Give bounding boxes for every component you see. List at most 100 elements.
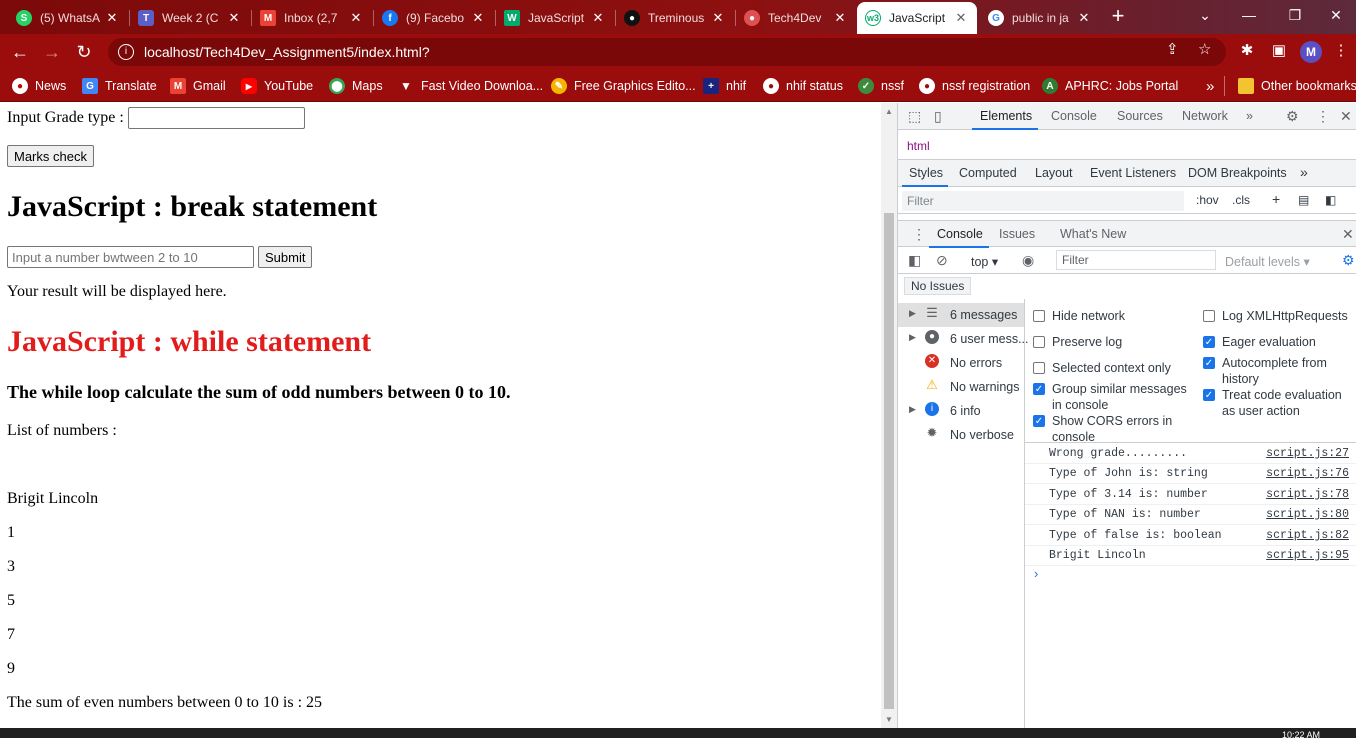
tab-dom-breakpoints[interactable]: DOM Breakpoints bbox=[1188, 166, 1287, 180]
sidebar-toggle-icon[interactable]: ◧ bbox=[908, 252, 921, 269]
gear-icon[interactable]: ⚙ bbox=[1342, 252, 1355, 269]
log-levels-select[interactable]: Default levels ▾ bbox=[1225, 254, 1310, 269]
inspect-icon[interactable]: ⬚ bbox=[908, 108, 921, 125]
drawer-tab-whats-new[interactable]: What's New bbox=[1060, 227, 1126, 241]
bookmark-youtube[interactable]: ▶ YouTube bbox=[241, 76, 313, 96]
sidebar-item-messages[interactable]: ▶ ☰ 6 messages bbox=[898, 303, 1024, 327]
close-window-button[interactable]: ✕ bbox=[1316, 0, 1356, 30]
log-source-link[interactable]: script.js:82 bbox=[1266, 529, 1349, 542]
other-bookmarks[interactable]: Other bookmarks bbox=[1238, 76, 1356, 96]
bookmark-nssf[interactable]: ✓ nssf bbox=[858, 76, 904, 96]
share-icon[interactable]: ⇪ bbox=[1166, 40, 1179, 58]
sidebar-item-info[interactable]: ▶ i 6 info bbox=[898, 399, 1024, 423]
log-source-link[interactable]: script.js:80 bbox=[1266, 508, 1349, 521]
bookmark-news[interactable]: ● News bbox=[12, 76, 66, 96]
close-icon[interactable]: ✕ bbox=[1340, 108, 1352, 125]
clear-console-icon[interactable]: ⊘ bbox=[936, 252, 948, 269]
close-icon[interactable]: ✕ bbox=[348, 10, 364, 26]
hov-button[interactable]: :hov bbox=[1196, 193, 1219, 207]
tab-teams[interactable]: T Week 2 (C ✕ bbox=[130, 2, 250, 34]
tab-console[interactable]: Console bbox=[1051, 109, 1097, 123]
show-cors-checkbox[interactable]: ✓ Show CORS errors in console bbox=[1033, 413, 1193, 445]
bookmark-aphrc[interactable]: A APHRC: Jobs Portal bbox=[1042, 76, 1178, 96]
bookmark-star-icon[interactable]: ☆ bbox=[1198, 40, 1211, 58]
drawer-tab-console[interactable]: Console bbox=[937, 227, 983, 241]
new-tab-button[interactable]: + bbox=[1105, 4, 1131, 30]
sidebar-item-warnings[interactable]: ⚠ No warnings bbox=[898, 375, 1024, 399]
kebab-menu-icon[interactable]: ⋮ bbox=[1316, 108, 1330, 125]
close-icon[interactable]: ✕ bbox=[953, 10, 969, 26]
bookmark-nhif-status[interactable]: ● nhif status bbox=[763, 76, 843, 96]
bookmark-nhif[interactable]: + nhif bbox=[703, 76, 746, 96]
tab-javascript-1[interactable]: W JavaScript ✕ bbox=[496, 2, 614, 34]
bookmark-gmail[interactable]: M Gmail bbox=[170, 76, 226, 96]
bookmark-nssf-registration[interactable]: ● nssf registration bbox=[919, 76, 1030, 96]
forward-button[interactable]: → bbox=[40, 40, 64, 64]
tab-facebook[interactable]: f (9) Facebo ✕ bbox=[374, 2, 494, 34]
number-input[interactable] bbox=[7, 246, 254, 268]
tab-event-listeners[interactable]: Event Listeners bbox=[1090, 166, 1176, 180]
more-tabs-icon[interactable]: » bbox=[1300, 164, 1308, 180]
profile-avatar[interactable]: M bbox=[1300, 41, 1322, 63]
treat-code-checkbox[interactable]: ✓ Treat code evaluation as user action bbox=[1203, 387, 1356, 419]
bookmark-free-graphics[interactable]: ✎ Free Graphics Edito... bbox=[551, 76, 696, 96]
reload-button[interactable]: ↻ bbox=[72, 40, 96, 64]
sidebar-item-verbose[interactable]: ✹ No verbose bbox=[898, 423, 1024, 447]
hide-network-checkbox[interactable]: Hide network bbox=[1033, 308, 1125, 324]
tab-github[interactable]: ● Treminous ✕ bbox=[616, 2, 734, 34]
more-tabs-icon[interactable]: » bbox=[1246, 109, 1253, 123]
autocomplete-checkbox[interactable]: ✓ Autocomplete from history bbox=[1203, 355, 1353, 387]
log-source-link[interactable]: script.js:78 bbox=[1266, 488, 1349, 501]
sidebar-toggle-icon[interactable]: ◧ bbox=[1325, 193, 1336, 207]
styles-filter-input[interactable]: Filter bbox=[902, 191, 1184, 211]
tab-styles[interactable]: Styles bbox=[909, 166, 943, 180]
address-bar[interactable]: i localhost/Tech4Dev_Assignment5/index.h… bbox=[108, 38, 1226, 66]
tab-tech4dev[interactable]: ● Tech4Dev ✕ bbox=[736, 2, 856, 34]
bookmark-translate[interactable]: G Translate bbox=[82, 76, 157, 96]
close-icon[interactable]: ✕ bbox=[832, 10, 848, 26]
back-button[interactable]: ← bbox=[8, 40, 32, 64]
log-source-link[interactable]: script.js:76 bbox=[1266, 467, 1349, 480]
sidebar-item-user-messages[interactable]: ▶ ● 6 user mess... bbox=[898, 327, 1029, 351]
scrollbar-thumb[interactable] bbox=[884, 213, 894, 709]
menu-icon[interactable]: ⋮ bbox=[1330, 40, 1352, 62]
tab-search-icon[interactable]: ⌄ bbox=[1182, 0, 1228, 30]
kebab-menu-icon[interactable]: ⋮ bbox=[912, 226, 926, 243]
submit-button[interactable]: Submit bbox=[258, 246, 313, 268]
tab-layout[interactable]: Layout bbox=[1035, 166, 1073, 180]
grade-input[interactable] bbox=[127, 107, 305, 129]
tab-elements[interactable]: Elements bbox=[980, 109, 1032, 123]
more-bookmarks-button[interactable]: » bbox=[1206, 76, 1214, 96]
close-icon[interactable]: ✕ bbox=[1342, 226, 1354, 243]
tab-whatsapp[interactable]: S (5) WhatsA ✕ bbox=[8, 2, 128, 34]
console-prompt[interactable]: › bbox=[1034, 566, 1038, 581]
close-icon[interactable]: ✕ bbox=[710, 10, 726, 26]
close-icon[interactable]: ✕ bbox=[1076, 10, 1092, 26]
log-source-link[interactable]: script.js:95 bbox=[1266, 549, 1349, 562]
close-icon[interactable]: ✕ bbox=[470, 10, 486, 26]
restore-button[interactable]: ❐ bbox=[1272, 0, 1318, 30]
bookmark-maps[interactable]: ⬤ Maps bbox=[329, 76, 383, 96]
side-panel-icon[interactable]: ▣ bbox=[1268, 40, 1290, 62]
tab-sources[interactable]: Sources bbox=[1117, 109, 1163, 123]
close-icon[interactable]: ✕ bbox=[226, 10, 242, 26]
log-source-link[interactable]: script.js:27 bbox=[1266, 447, 1349, 460]
eye-icon[interactable]: ◉ bbox=[1022, 252, 1034, 269]
extensions-icon[interactable]: ✱ bbox=[1236, 40, 1258, 62]
tab-javascript-active[interactable]: w3 JavaScript ✕ bbox=[857, 2, 977, 34]
info-icon[interactable]: i bbox=[118, 44, 134, 60]
breadcrumb-html[interactable]: html bbox=[907, 139, 930, 153]
selected-context-checkbox[interactable]: Selected context only bbox=[1033, 360, 1171, 376]
eager-eval-checkbox[interactable]: ✓ Eager evaluation bbox=[1203, 334, 1316, 350]
issues-badge[interactable]: No Issues bbox=[904, 277, 972, 295]
paint-icon[interactable]: ▤ bbox=[1298, 193, 1309, 207]
drawer-tab-issues[interactable]: Issues bbox=[999, 227, 1035, 241]
tab-gmail[interactable]: M Inbox (2,7 ✕ bbox=[252, 2, 372, 34]
context-select[interactable]: top ▾ bbox=[971, 254, 998, 269]
new-rule-icon[interactable]: + bbox=[1272, 191, 1280, 207]
gear-icon[interactable]: ⚙ bbox=[1286, 108, 1299, 125]
marks-check-button[interactable]: Marks check bbox=[7, 145, 94, 167]
cls-button[interactable]: .cls bbox=[1232, 193, 1250, 207]
close-icon[interactable]: ✕ bbox=[590, 10, 606, 26]
tab-google[interactable]: G public in ja ✕ bbox=[980, 2, 1100, 34]
